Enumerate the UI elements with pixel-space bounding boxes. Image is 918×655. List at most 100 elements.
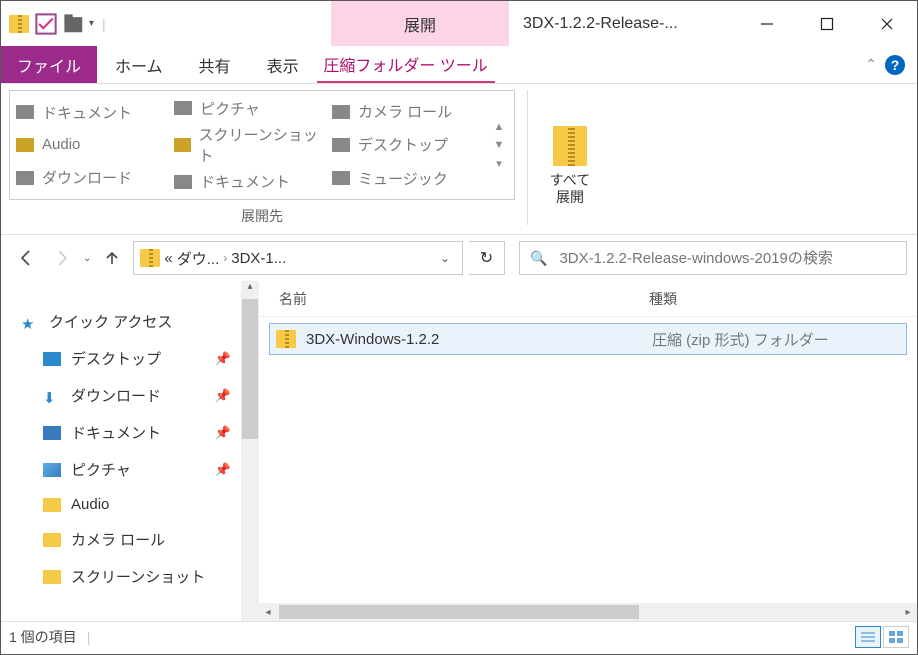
help-icon[interactable]: ?	[885, 55, 905, 75]
status-item-count: 1 個の項目	[9, 627, 77, 647]
qat-properties-icon[interactable]	[35, 13, 57, 35]
column-type[interactable]: 種類	[649, 289, 917, 309]
navigation-pane[interactable]: ★ クイック アクセス デスクトップ📌 ⬇ ダウンロード 📌 ドキュメント📌 ピクチ…	[1, 281, 241, 621]
sidebar-downloads[interactable]: ⬇ ダウンロード 📌	[1, 377, 241, 414]
minimize-button[interactable]	[737, 1, 797, 46]
sidebar-desktop[interactable]: デスクトップ📌	[1, 340, 241, 377]
download-icon: ⬇	[43, 389, 61, 403]
dest-screenshots[interactable]: スクリーンショット	[174, 122, 322, 168]
sidebar-scrollbar[interactable]: ▴	[241, 281, 259, 621]
qat-newfolder-icon[interactable]	[63, 13, 85, 35]
dest-pictures[interactable]: ピクチャ	[174, 96, 322, 121]
close-button[interactable]	[857, 1, 917, 46]
pin-icon: 📌	[215, 425, 231, 441]
column-headers[interactable]: 名前 種類	[259, 281, 917, 317]
tab-home[interactable]: ホーム	[97, 46, 181, 83]
main-area: ★ クイック アクセス デスクトップ📌 ⬇ ダウンロード 📌 ドキュメント📌 ピクチ…	[1, 281, 917, 621]
dest-label: カメラ ロール	[358, 101, 452, 122]
sidebar-label: ピクチャ	[71, 459, 131, 480]
sidebar-cameraroll[interactable]: カメラ ロール	[1, 521, 241, 558]
dest-documents[interactable]: ドキュメント	[16, 100, 164, 125]
gallery-down-icon[interactable]: ▼	[494, 139, 505, 151]
maximize-button[interactable]	[797, 1, 857, 46]
content-h-scrollbar[interactable]: ◂ ▸	[259, 603, 917, 621]
dest-cameraroll[interactable]: カメラ ロール	[332, 99, 480, 124]
details-view-icon	[861, 631, 875, 643]
sidebar-label: Audio	[71, 496, 109, 513]
gallery-up-icon[interactable]: ▲	[494, 121, 505, 133]
scroll-up-icon[interactable]: ▴	[241, 281, 259, 299]
zip-folder-icon	[276, 330, 296, 348]
folder-icon	[43, 498, 61, 512]
breadcrumb-sep-icon[interactable]: ›	[223, 251, 227, 265]
ribbon-separator	[527, 90, 528, 225]
extract-all-button[interactable]: すべて 展開	[540, 90, 600, 234]
address-bar[interactable]: « ダウ... › 3DX-1... ⌄	[133, 241, 463, 275]
navigation-bar: ⌄ « ダウ... › 3DX-1... ⌄ ↻ 🔍	[1, 235, 917, 281]
destination-gallery[interactable]: ドキュメント Audio ダウンロード ピクチャ スクリーンショット ドキュメン…	[9, 90, 515, 200]
ribbon-body: ドキュメント Audio ダウンロード ピクチャ スクリーンショット ドキュメン…	[1, 84, 917, 235]
dest-label: スクリーンショット	[199, 124, 322, 166]
file-row[interactable]: 3DX-Windows-1.2.2 圧縮 (zip 形式) フォルダー	[269, 323, 907, 355]
sidebar-documents[interactable]: ドキュメント📌	[1, 414, 241, 451]
dest-documents-2[interactable]: ドキュメント	[174, 169, 322, 194]
sidebar-screenshots[interactable]: スクリーンショット	[1, 558, 241, 595]
view-thumbnails-button[interactable]	[883, 626, 909, 648]
folder-icon	[43, 533, 61, 547]
app-icon	[9, 15, 29, 33]
dest-label: ドキュメント	[200, 171, 290, 192]
sidebar-audio[interactable]: Audio	[1, 488, 241, 521]
dest-music[interactable]: ミュージック	[332, 166, 480, 191]
star-icon: ★	[21, 315, 39, 329]
gallery-scroll[interactable]: ▲ ▼ ▾	[490, 95, 508, 195]
qat-customize-icon[interactable]: ▾	[89, 18, 94, 29]
sidebar-label: ダウンロード	[71, 385, 161, 406]
view-details-button[interactable]	[855, 626, 881, 648]
address-dropdown-icon[interactable]: ⌄	[434, 251, 456, 265]
refresh-button[interactable]: ↻	[469, 241, 505, 275]
scroll-left-icon[interactable]: ◂	[259, 607, 277, 618]
scroll-right-icon[interactable]: ▸	[899, 607, 917, 618]
dest-label: Audio	[42, 136, 80, 153]
up-button[interactable]	[97, 243, 127, 273]
dest-label: ドキュメント	[42, 102, 132, 123]
breadcrumb-downloads[interactable]: ダウ...	[177, 248, 220, 269]
dest-desktop[interactable]: デスクトップ	[332, 132, 480, 157]
search-box[interactable]: 🔍	[519, 241, 907, 275]
folder-icon	[43, 570, 61, 584]
back-button[interactable]	[11, 243, 41, 273]
tab-share[interactable]: 共有	[181, 46, 249, 83]
dest-label: デスクトップ	[358, 134, 448, 155]
content-pane: 名前 種類 3DX-Windows-1.2.2 圧縮 (zip 形式) フォルダ…	[259, 281, 917, 621]
sidebar-label: スクリーンショット	[71, 566, 205, 587]
search-icon: 🔍	[530, 250, 547, 267]
document-icon	[43, 426, 61, 440]
forward-button[interactable]	[47, 243, 77, 273]
dest-downloads[interactable]: ダウンロード	[16, 165, 164, 190]
scrollbar-thumb[interactable]	[279, 605, 639, 619]
ribbon-group-label: 展開先	[9, 200, 515, 226]
dest-audio[interactable]: Audio	[16, 134, 164, 155]
breadcrumb-current[interactable]: 3DX-1...	[231, 250, 286, 267]
tab-compressed-tools[interactable]: 圧縮フォルダー ツール	[317, 46, 495, 83]
context-tab-header: 展開	[331, 1, 509, 46]
pin-icon: 📌	[215, 462, 231, 478]
sidebar-quick-access[interactable]: ★ クイック アクセス	[1, 303, 241, 340]
window-title: 3DX-1.2.2-Release-...	[509, 1, 737, 46]
pin-icon: 📌	[215, 388, 231, 404]
recent-locations-button[interactable]: ⌄	[83, 253, 91, 264]
tab-file[interactable]: ファイル	[1, 46, 97, 83]
search-input[interactable]	[559, 250, 896, 267]
collapse-ribbon-icon[interactable]: ⌃	[865, 56, 877, 73]
scrollbar-thumb[interactable]	[242, 299, 258, 439]
sidebar-pictures[interactable]: ピクチャ 📌	[1, 451, 241, 488]
file-list[interactable]: 3DX-Windows-1.2.2 圧縮 (zip 形式) フォルダー	[259, 317, 917, 603]
gallery-more-icon[interactable]: ▾	[496, 157, 502, 170]
sidebar-label: カメラ ロール	[71, 529, 165, 550]
column-name[interactable]: 名前	[279, 289, 649, 309]
address-icon	[140, 249, 160, 267]
tab-view[interactable]: 表示	[249, 46, 317, 83]
qat-separator: |	[102, 16, 106, 32]
extract-all-icon	[553, 126, 587, 166]
breadcrumb-prefix[interactable]: «	[164, 250, 172, 267]
